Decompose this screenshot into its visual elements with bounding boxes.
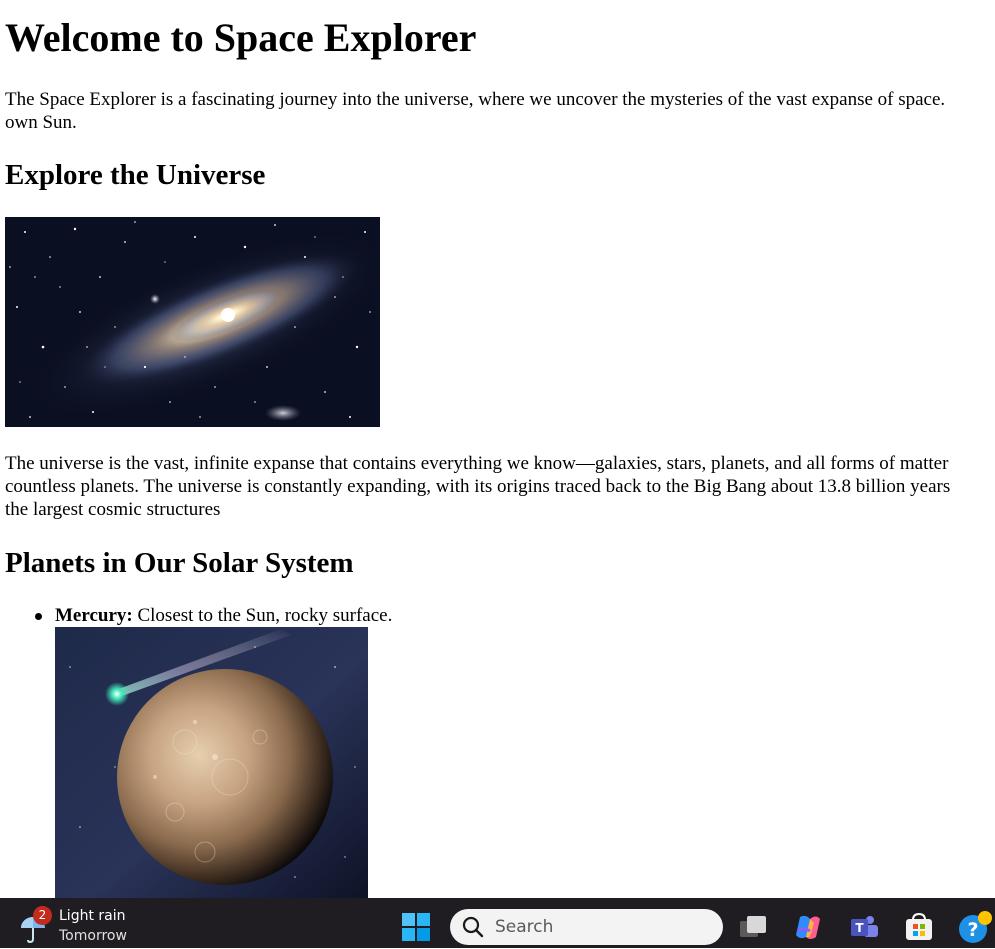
search-icon — [462, 916, 484, 938]
weather-widget[interactable]: 2 Light rain Tomorrow — [16, 904, 146, 944]
universe-line: the largest cosmic structures — [5, 499, 221, 520]
svg-text:T: T — [855, 921, 864, 935]
windows-start-icon[interactable] — [400, 911, 432, 943]
help-icon[interactable]: ? — [958, 911, 992, 943]
explore-heading: Explore the Universe — [5, 159, 266, 191]
task-view-icon[interactable] — [737, 911, 769, 943]
planet-description: Closest to the Sun, rocky surface. — [132, 605, 393, 626]
intro-paragraph: The Space Explorer is a fascinating jour… — [5, 88, 945, 134]
intro-line: own Sun. — [5, 112, 77, 133]
intro-line: The Space Explorer is a fascinating jour… — [5, 89, 946, 110]
planets-heading: Planets in Our Solar System — [5, 547, 354, 579]
weather-time: Tomorrow — [59, 928, 127, 944]
weather-condition: Light rain — [59, 908, 126, 924]
copilot-icon[interactable] — [792, 911, 824, 943]
universe-line: countless planets. The universe is const… — [5, 476, 951, 497]
list-item: Mercury: Closest to the Sun, rocky surfa… — [5, 604, 392, 898]
microsoft-store-icon[interactable] — [903, 911, 935, 943]
search-placeholder: Search — [495, 917, 554, 937]
planet-name: Mercury: — [55, 605, 133, 626]
notification-badge: 2 — [33, 906, 52, 925]
svg-text:?: ? — [967, 919, 978, 941]
planet-list: Mercury: Closest to the Sun, rocky surfa… — [5, 604, 392, 898]
browser-viewport: Welcome to Space Explorer The Space Expl… — [0, 0, 995, 898]
universe-line: The universe is the vast, infinite expan… — [5, 453, 949, 474]
taskbar: 2 Light rain Tomorrow Search T ? — [0, 898, 995, 948]
teams-icon[interactable]: T — [848, 911, 880, 943]
universe-paragraph: The universe is the vast, infinite expan… — [5, 452, 950, 521]
galaxy-image — [5, 217, 380, 427]
mercury-image — [55, 627, 368, 898]
page-title: Welcome to Space Explorer — [5, 15, 477, 60]
search-input[interactable]: Search — [450, 909, 723, 945]
bullet-icon — [35, 613, 42, 620]
